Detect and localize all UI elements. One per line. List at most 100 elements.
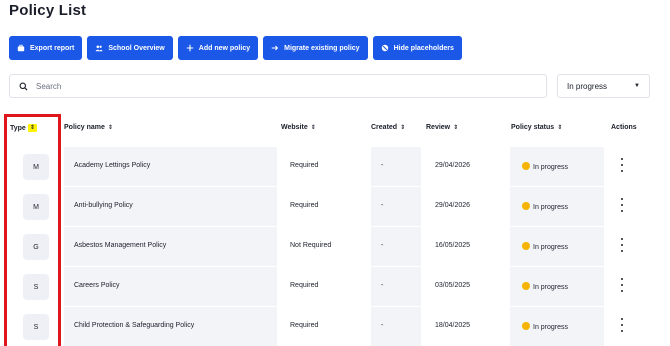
sort-icon[interactable]: ⇕	[27, 124, 37, 132]
status-badge: In progress	[522, 202, 568, 211]
created-date: -	[381, 242, 384, 249]
column-header-type[interactable]: Type ⇕	[10, 124, 37, 132]
review-date: 16/05/2025	[435, 242, 471, 249]
column-header-review-label: Review	[426, 124, 451, 131]
more-actions-icon[interactable]	[618, 198, 626, 212]
page-title: Policy List	[9, 2, 87, 19]
users-icon	[95, 44, 104, 52]
chevron-down-icon: ▼	[634, 83, 640, 89]
table-row[interactable]: S Careers Policy Required - 03/05/2025 I…	[0, 266, 670, 306]
table-row[interactable]: M Anti-bullying Policy Required - 29/04/…	[0, 186, 670, 226]
type-badge: S	[23, 274, 49, 300]
policy-name[interactable]: Child Protection & Safeguarding Policy	[74, 322, 194, 329]
hide-placeholders-button[interactable]: Hide placeholders	[372, 36, 462, 60]
policy-name[interactable]: Careers Policy	[74, 282, 120, 289]
created-date: -	[381, 202, 384, 209]
more-actions-icon[interactable]	[618, 158, 626, 172]
status-dot-icon	[522, 282, 530, 290]
review-date: 03/05/2025	[435, 282, 471, 289]
sort-icon[interactable]: ⇕	[311, 125, 316, 131]
status-badge: In progress	[522, 282, 568, 291]
migrate-existing-policy-label: Migrate existing policy	[284, 44, 360, 52]
more-actions-icon[interactable]	[618, 318, 626, 332]
cell-background	[371, 307, 421, 346]
toolbar: Export report School Overview Add new po…	[9, 36, 462, 60]
table-row[interactable]: S Child Protection & Safeguarding Policy…	[0, 306, 670, 346]
add-new-policy-label: Add new policy	[198, 44, 251, 52]
review-date: 29/04/2026	[435, 162, 471, 169]
column-header-policy-name[interactable]: Policy name ⇕	[64, 124, 113, 131]
review-date: 29/04/2026	[435, 202, 471, 209]
plus-icon	[186, 44, 194, 52]
column-header-policy-status[interactable]: Policy status ⇕	[511, 124, 562, 131]
search-icon	[19, 82, 28, 91]
briefcase-icon	[17, 44, 25, 52]
column-header-actions: Actions	[611, 124, 637, 131]
status-dot-icon	[522, 242, 530, 250]
export-report-label: Export report	[30, 44, 75, 52]
policy-name[interactable]: Academy Lettings Policy	[74, 162, 150, 169]
column-header-website[interactable]: Website ⇕	[281, 124, 316, 131]
type-badge: G	[23, 234, 49, 260]
policy-name[interactable]: Asbestos Management Policy	[74, 242, 166, 249]
table-row[interactable]: G Asbestos Management Policy Not Require…	[0, 226, 670, 266]
created-date: -	[381, 162, 384, 169]
column-header-policy-status-label: Policy status	[511, 124, 555, 131]
search-input[interactable]	[36, 81, 516, 91]
search-box	[9, 74, 547, 98]
status-badge: In progress	[522, 162, 568, 171]
status-dot-icon	[522, 162, 530, 170]
table-header: Type ⇕ Policy name ⇕ Website ⇕ Created ⇕…	[0, 112, 670, 146]
status-badge: In progress	[522, 322, 568, 331]
cell-background	[371, 187, 421, 226]
sort-icon[interactable]: ⇕	[108, 125, 113, 131]
status-label: In progress	[533, 164, 569, 171]
column-header-created[interactable]: Created ⇕	[371, 124, 405, 131]
status-label: In progress	[533, 244, 569, 251]
policy-name[interactable]: Anti-bullying Policy	[74, 202, 133, 209]
website-requirement: Required	[290, 162, 319, 169]
status-dot-icon	[522, 202, 530, 210]
status-filter-value: In progress	[567, 81, 608, 91]
status-badge: In progress	[522, 242, 568, 251]
add-new-policy-button[interactable]: Add new policy	[177, 36, 259, 60]
eye-off-icon	[381, 44, 389, 52]
column-header-review[interactable]: Review ⇕	[426, 124, 458, 131]
column-header-actions-label: Actions	[611, 124, 637, 131]
type-badge: S	[23, 314, 49, 340]
status-label: In progress	[533, 324, 569, 331]
status-label: In progress	[533, 284, 569, 291]
sort-icon[interactable]: ⇕	[557, 125, 562, 131]
column-header-created-label: Created	[371, 124, 398, 131]
website-requirement: Required	[290, 322, 319, 329]
created-date: -	[381, 282, 384, 289]
cell-background	[371, 227, 421, 266]
more-actions-icon[interactable]	[618, 278, 626, 292]
school-overview-label: School Overview	[108, 44, 165, 52]
arrow-right-icon	[271, 44, 279, 52]
review-date: 18/04/2025	[435, 322, 471, 329]
cell-background	[371, 267, 421, 306]
type-badge: M	[23, 154, 49, 180]
column-header-type-label: Type	[10, 124, 26, 132]
policy-table: Type ⇕ Policy name ⇕ Website ⇕ Created ⇕…	[0, 112, 670, 346]
column-header-website-label: Website	[281, 124, 308, 131]
sort-icon[interactable]: ⇕	[453, 125, 458, 131]
table-row[interactable]: M Academy Lettings Policy Required - 29/…	[0, 146, 670, 186]
created-date: -	[381, 322, 384, 329]
type-badge: M	[23, 194, 49, 220]
website-requirement: Required	[290, 202, 319, 209]
school-overview-button[interactable]: School Overview	[87, 36, 173, 60]
sort-icon[interactable]: ⇕	[400, 125, 405, 131]
status-filter-select[interactable]: In progress ▼	[557, 74, 650, 98]
status-dot-icon	[522, 322, 530, 330]
column-header-policy-name-label: Policy name	[64, 124, 105, 131]
status-label: In progress	[533, 204, 569, 211]
website-requirement: Not Required	[290, 242, 332, 249]
migrate-existing-policy-button[interactable]: Migrate existing policy	[263, 36, 368, 60]
more-actions-icon[interactable]	[618, 238, 626, 252]
cell-background	[371, 147, 421, 186]
export-report-button[interactable]: Export report	[9, 36, 83, 60]
hide-placeholders-label: Hide placeholders	[393, 44, 454, 52]
website-requirement: Required	[290, 282, 319, 289]
